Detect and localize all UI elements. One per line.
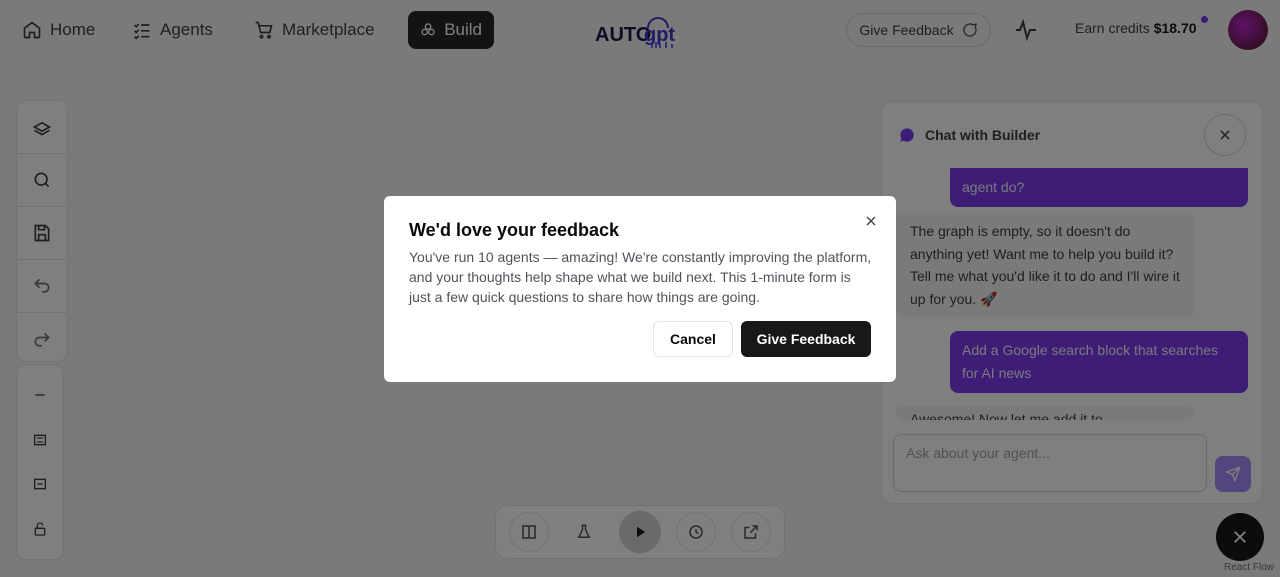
close-icon[interactable] <box>863 213 879 229</box>
give-feedback-confirm-button[interactable]: Give Feedback <box>741 321 871 357</box>
cancel-button[interactable]: Cancel <box>653 321 733 357</box>
feedback-dialog: We'd love your feedback You've run 10 ag… <box>384 196 896 382</box>
dialog-body: You've run 10 agents — amazing! We're co… <box>409 249 872 305</box>
dialog-title: We'd love your feedback <box>409 220 620 240</box>
